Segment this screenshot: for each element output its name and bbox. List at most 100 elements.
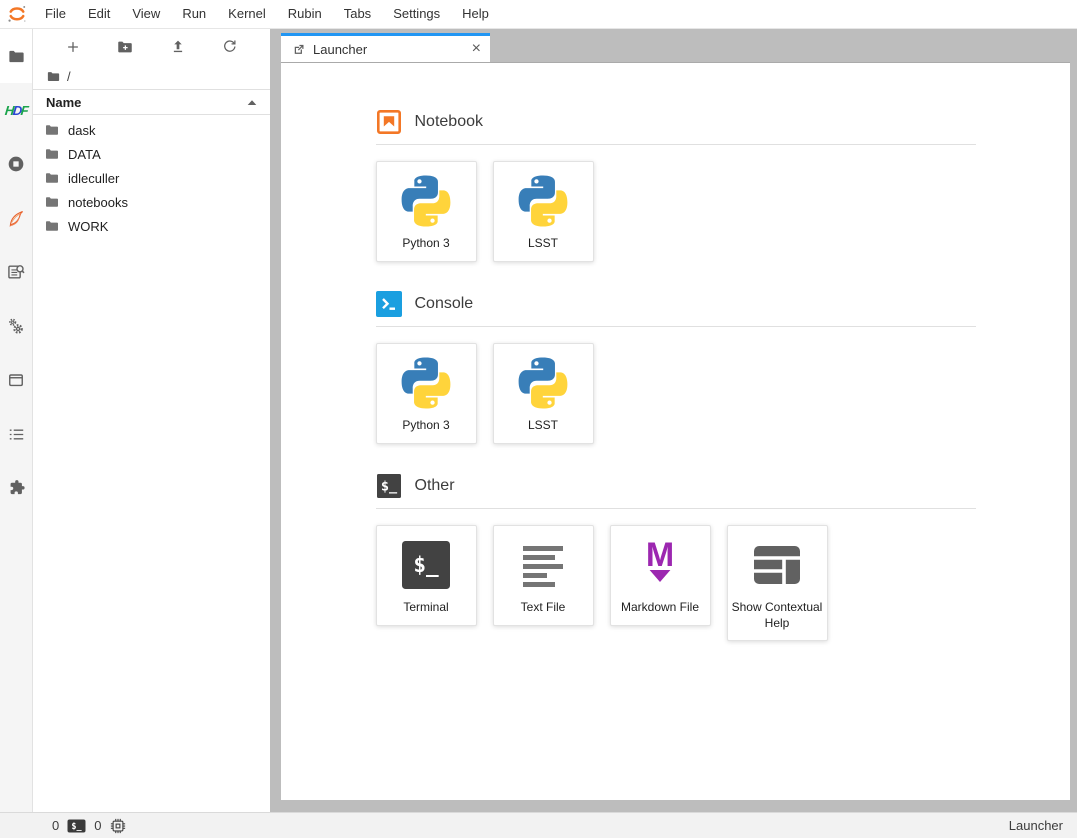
- activity-tab-system-resources[interactable]: [0, 299, 32, 353]
- section-title: Console: [415, 295, 474, 313]
- launcher-card-notebook-python3[interactable]: Python 3: [376, 161, 477, 262]
- terminals-count: 0: [52, 818, 59, 833]
- upload-icon: [169, 38, 187, 56]
- card-label: Markdown File: [621, 600, 699, 616]
- jupyter-logo-icon: [6, 3, 28, 25]
- folder-icon: [44, 146, 60, 162]
- breadcrumb-root[interactable]: /: [67, 69, 71, 84]
- jupyterlab-app: File Edit View Run Kernel Rubin Tabs Set…: [0, 0, 1077, 838]
- launcher-section-console: Console Python 3: [376, 291, 976, 444]
- file-list-header[interactable]: Name: [33, 89, 270, 115]
- file-list: dask DATA idleculler notebooks WORK: [33, 115, 270, 812]
- tab-label: Launcher: [313, 42, 465, 57]
- activity-tab-open-tabs[interactable]: [0, 353, 32, 407]
- menu-item-edit[interactable]: Edit: [77, 0, 121, 28]
- kernel-chip-icon: [109, 817, 127, 835]
- refresh-icon: [221, 38, 238, 55]
- menu-item-help[interactable]: Help: [451, 0, 500, 28]
- section-divider: [376, 508, 976, 509]
- activity-tab-hdf-viewer[interactable]: HDF: [0, 83, 32, 137]
- launcher-card-terminal[interactable]: $_ Terminal: [376, 525, 477, 626]
- folder-row-dask[interactable]: dask: [33, 118, 270, 142]
- feather-icon: [6, 208, 27, 229]
- terminal-status-icon: $_: [67, 819, 86, 833]
- card-label: Python 3: [402, 236, 449, 252]
- menu-bar: File Edit View Run Kernel Rubin Tabs Set…: [0, 0, 1077, 29]
- launcher-card-show-contextual-help[interactable]: Show Contextual Help: [727, 525, 828, 641]
- breadcrumb[interactable]: /: [33, 64, 270, 89]
- puzzle-icon: [6, 478, 26, 498]
- menu-item-view[interactable]: View: [121, 0, 171, 28]
- new-folder-icon: [116, 38, 134, 56]
- launcher-card-console-python3[interactable]: Python 3: [376, 343, 477, 444]
- card-label: Show Contextual Help: [732, 600, 823, 631]
- menu-item-file[interactable]: File: [34, 0, 77, 28]
- section-title: Other: [415, 477, 455, 495]
- menu-item-settings[interactable]: Settings: [382, 0, 451, 28]
- new-launcher-button[interactable]: [58, 34, 88, 60]
- folder-icon: [44, 122, 60, 138]
- card-label: Text File: [521, 600, 566, 616]
- tab-bar: Launcher ×: [281, 33, 1070, 63]
- section-header: $_ Other: [376, 473, 976, 499]
- python-logo-icon: [400, 357, 452, 409]
- activity-tab-file-browser[interactable]: [0, 29, 32, 83]
- launcher-section-notebook: Notebook Python 3: [376, 109, 976, 262]
- plus-icon: [64, 38, 82, 56]
- folder-name: WORK: [68, 219, 108, 234]
- launcher-panel: Notebook Python 3: [281, 63, 1070, 800]
- sort-caret-up-icon: [247, 99, 257, 106]
- activity-tab-extension-manager[interactable]: [0, 461, 32, 515]
- hdf-logo-icon: HDF: [4, 103, 28, 118]
- new-folder-button[interactable]: [110, 34, 140, 60]
- activity-tab-table-of-contents[interactable]: [0, 407, 32, 461]
- folder-row-work[interactable]: WORK: [33, 214, 270, 238]
- app-logo: [0, 3, 34, 25]
- menu-item-tabs[interactable]: Tabs: [333, 0, 382, 28]
- stop-circle-icon: [6, 154, 26, 174]
- status-bar: 0 $_ 0 Launcher: [0, 812, 1077, 838]
- text-file-icon: [517, 539, 569, 591]
- inspector-icon: [6, 262, 26, 282]
- section-divider: [376, 326, 976, 327]
- upload-button[interactable]: [163, 34, 193, 60]
- folder-name: idleculler: [68, 171, 119, 186]
- file-browser-toolbar: [33, 29, 270, 64]
- sessions-status-item[interactable]: 0 $_ 0: [52, 817, 127, 835]
- card-label: Terminal: [403, 600, 448, 616]
- menu-item-kernel[interactable]: Kernel: [217, 0, 277, 28]
- window-icon: [6, 370, 26, 390]
- file-browser-panel: / Name dask DATA idleculler: [33, 29, 270, 812]
- python-logo-icon: [400, 175, 452, 227]
- menu-item-run[interactable]: Run: [171, 0, 217, 28]
- launcher-card-text-file[interactable]: Text File: [493, 525, 594, 626]
- launcher-icon: [291, 42, 306, 57]
- tab-launcher[interactable]: Launcher ×: [281, 33, 490, 62]
- main-content: Notebook Python 3: [281, 63, 1070, 800]
- folder-row-notebooks[interactable]: notebooks: [33, 190, 270, 214]
- folder-row-idleculler[interactable]: idleculler: [33, 166, 270, 190]
- gears-icon: [6, 316, 26, 336]
- launcher-section-other: $_ Other: [376, 473, 976, 641]
- activity-tab-inspector[interactable]: [0, 245, 32, 299]
- folder-icon: [44, 218, 60, 234]
- activity-tab-running-sessions[interactable]: [0, 137, 32, 191]
- refresh-button[interactable]: [215, 34, 245, 60]
- close-icon[interactable]: ×: [472, 41, 481, 57]
- folder-icon: [44, 194, 60, 210]
- folder-name: dask: [68, 123, 95, 138]
- launcher-card-markdown-file[interactable]: M Markdown File: [610, 525, 711, 626]
- name-column-label: Name: [46, 95, 81, 110]
- console-icon: [376, 291, 402, 317]
- menu-item-rubin[interactable]: Rubin: [277, 0, 333, 28]
- card-label: Python 3: [402, 418, 449, 434]
- home-folder-icon[interactable]: [46, 69, 61, 84]
- markdown-icon: M: [634, 539, 686, 591]
- activity-tab-dask[interactable]: [0, 191, 32, 245]
- launcher-card-console-lsst[interactable]: LSST: [493, 343, 594, 444]
- launcher-card-notebook-lsst[interactable]: LSST: [493, 161, 594, 262]
- terminal-prompt-icon: $_: [376, 473, 402, 499]
- folder-row-data[interactable]: DATA: [33, 142, 270, 166]
- section-header: Console: [376, 291, 976, 317]
- svg-text:$_: $_: [380, 479, 397, 495]
